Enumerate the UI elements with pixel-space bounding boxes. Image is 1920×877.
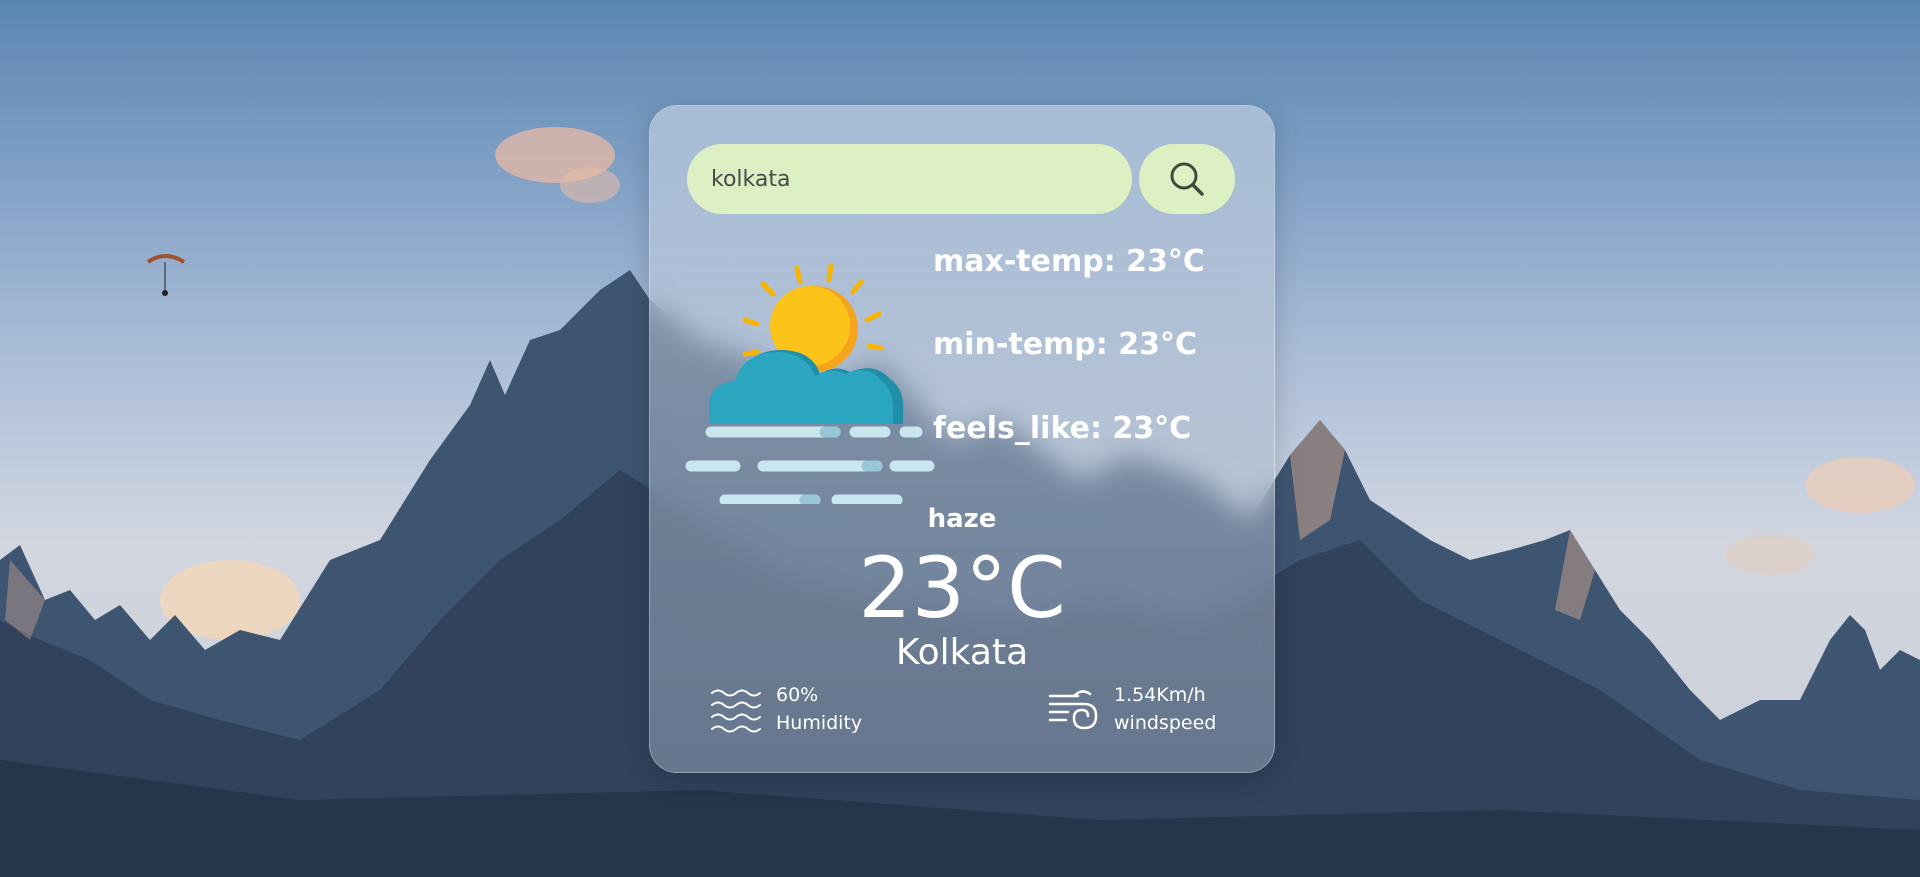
- feels-like: feels_like: 23°C: [933, 411, 1192, 446]
- wind-value: 1.54Km/h: [1114, 684, 1206, 706]
- humidity-waves-icon: [711, 689, 761, 733]
- wind-icon: [1048, 690, 1098, 730]
- wind-label: windspeed: [1114, 712, 1217, 734]
- weather-card: max-temp: 23°C min-temp: 23°C feels_like…: [649, 105, 1275, 773]
- humidity-value: 60%: [776, 684, 819, 706]
- humidity-detail: 60% Humidity: [710, 681, 862, 737]
- city-name: Kolkata: [895, 632, 1029, 673]
- wind-detail: 1.54Km/h windspeed: [1048, 681, 1216, 737]
- weather-condition: haze: [927, 504, 997, 534]
- humidity-label: Humidity: [776, 712, 863, 734]
- sun-cloud-haze-icon: [685, 263, 935, 504]
- max-temp: max-temp: 23°C: [933, 244, 1205, 279]
- current-temperature: 23°C: [858, 539, 1066, 637]
- min-temp: min-temp: 23°C: [933, 327, 1197, 362]
- search-input[interactable]: [687, 144, 1132, 214]
- search-button[interactable]: [1139, 144, 1235, 214]
- search-icon: [1170, 162, 1204, 196]
